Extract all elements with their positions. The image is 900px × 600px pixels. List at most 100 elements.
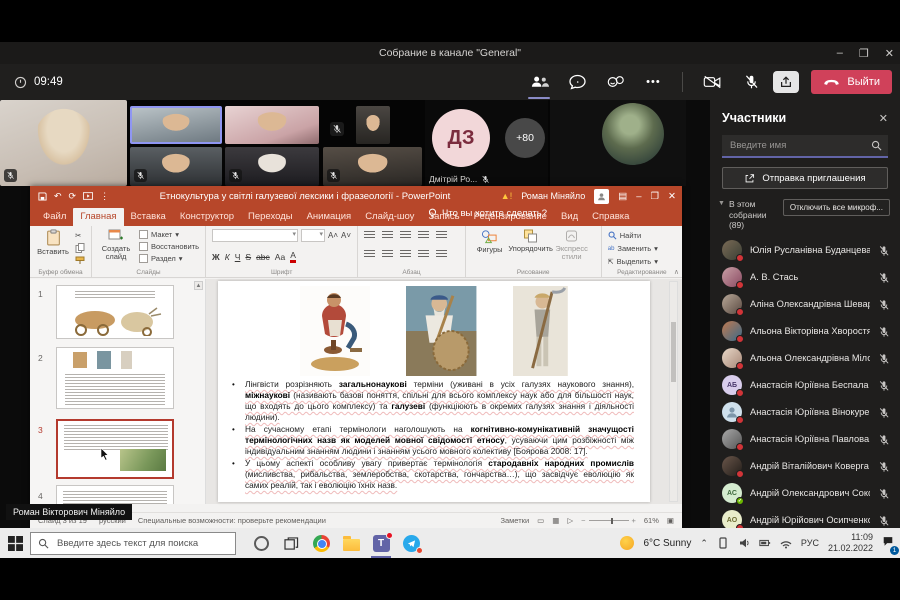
thumb-scroll-up-icon[interactable]: ▲ [194, 281, 203, 290]
share-screen-button[interactable] [773, 71, 799, 93]
slide-thumbnail-1[interactable] [56, 285, 174, 339]
camera-toggle-button[interactable] [697, 69, 727, 95]
participant-row[interactable]: АБАнастасія Юріївна Беспала [710, 372, 900, 399]
underline-button[interactable]: Ч [235, 252, 241, 262]
account-avatar[interactable] [594, 189, 609, 204]
tell-me-box[interactable]: Что вы хотите сделать? [428, 208, 547, 223]
presenter-tile[interactable] [550, 100, 686, 186]
view-normal-icon[interactable]: ▭ [537, 516, 544, 525]
participant-row[interactable]: Анастасія Юріївна Вінокуренко [710, 399, 900, 426]
participant-search[interactable] [722, 135, 888, 158]
ppt-tab-Вставка[interactable]: Вставка [124, 208, 173, 226]
slide-thumbnail-2[interactable] [56, 347, 174, 409]
invite-button[interactable]: Отправка приглашения [722, 167, 888, 189]
notes-button[interactable]: Заметки [500, 516, 529, 525]
account-name[interactable]: Роман Міняйло [521, 191, 585, 201]
font-size-select[interactable] [301, 229, 325, 242]
slide-scrollbar[interactable] [669, 281, 678, 502]
view-sorter-icon[interactable]: ▦ [552, 516, 559, 525]
video-tile[interactable] [323, 147, 422, 186]
battery-icon[interactable] [759, 537, 771, 549]
file-explorer-button[interactable] [336, 528, 366, 558]
indent-decrease-button[interactable] [400, 231, 411, 239]
video-tile[interactable] [225, 106, 319, 144]
mic-off-icon[interactable] [878, 460, 890, 472]
ppt-tab-Слайд-шоу[interactable]: Слайд-шоу [358, 208, 421, 226]
participant-row[interactable]: Альона Олександрівна Мілова [710, 345, 900, 372]
zoom-slider[interactable]: −+ [581, 516, 636, 525]
font-family-select[interactable] [212, 229, 298, 242]
arrange-button[interactable]: Упорядочить [513, 229, 549, 253]
video-tile[interactable] [130, 147, 222, 186]
slide-thumbnail-4[interactable] [56, 485, 174, 504]
redo-icon[interactable]: ⟳ [69, 191, 77, 202]
select-button[interactable]: ⇱Выделить ▾ [608, 257, 658, 266]
bold-button[interactable]: Ж [212, 252, 220, 262]
format-painter-icon[interactable] [75, 256, 85, 265]
view-slideshow-icon[interactable]: ▷ [567, 516, 573, 525]
taskbar-search[interactable] [30, 532, 236, 555]
grow-font-icon[interactable]: А˄ [328, 231, 338, 240]
chat-button[interactable] [562, 69, 592, 95]
panel-close-icon[interactable]: ✕ [879, 112, 888, 125]
start-button[interactable] [0, 528, 30, 558]
accessibility-status[interactable]: Специальные возможности: проверьте реком… [138, 516, 326, 525]
bullets-button[interactable] [364, 231, 375, 239]
ppt-tab-Конструктор[interactable]: Конструктор [173, 208, 241, 226]
zoom-level[interactable]: 61% [644, 516, 659, 525]
participant-row[interactable]: АС✓Андрій Олександрович Сокол [710, 480, 900, 507]
chevron-down-icon[interactable]: ▼ [718, 200, 725, 231]
participants-button[interactable] [524, 69, 554, 95]
network-icon[interactable] [780, 537, 792, 549]
participant-row[interactable]: Альона Вікторівна Хворостян [710, 318, 900, 345]
line-spacing-button[interactable] [436, 231, 447, 239]
layout-button[interactable]: Макет ▾ [139, 230, 199, 239]
close-icon[interactable]: ✕ [885, 47, 894, 60]
mic-off-icon[interactable] [878, 406, 890, 418]
section-button[interactable]: Раздел ▾ [139, 254, 199, 263]
mic-off-icon[interactable] [878, 271, 890, 283]
mic-off-icon[interactable] [878, 298, 890, 310]
minimize-icon[interactable]: – [837, 47, 843, 59]
video-tile[interactable] [0, 100, 127, 186]
teams-button[interactable]: T [366, 528, 396, 558]
align-right-button[interactable] [400, 250, 411, 258]
weather-icon[interactable] [620, 536, 634, 550]
copy-icon[interactable] [75, 243, 85, 253]
taskbar-clock[interactable]: 11:0921.02.2022 [828, 532, 873, 555]
mic-off-icon[interactable] [878, 379, 890, 391]
save-icon[interactable] [38, 192, 47, 201]
ribbon-display-icon[interactable]: ▤ [618, 191, 627, 202]
slide-canvas[interactable]: •Лінгвісти розрізняють загальнонаукові т… [218, 281, 650, 502]
cortana-button[interactable] [246, 528, 276, 558]
reset-button[interactable]: Восстановить [139, 242, 199, 251]
font-color-button[interactable]: А [290, 251, 296, 263]
columns-button[interactable] [436, 250, 447, 258]
mute-all-button[interactable]: Отключить все микроф... [783, 199, 890, 216]
audio-tile[interactable]: ДЗ Дмітрій Ро... +80 [425, 100, 548, 186]
task-view-button[interactable] [276, 528, 306, 558]
video-tile-speaking[interactable] [130, 106, 222, 144]
clear-format-button[interactable]: abc [256, 252, 270, 262]
numbering-button[interactable] [382, 231, 393, 239]
strikethrough-button[interactable]: S [245, 252, 251, 262]
case-button[interactable]: Aa [275, 252, 285, 262]
collapse-ribbon-icon[interactable]: ∧ [674, 268, 679, 276]
speaker-icon[interactable] [738, 537, 750, 549]
restore-icon[interactable]: ❐ [859, 47, 869, 60]
more-options-button[interactable]: ••• [638, 69, 668, 95]
participant-row[interactable]: Анастасія Юріївна Павлова [710, 426, 900, 453]
telegram-button[interactable] [396, 528, 426, 558]
paste-button[interactable]: Вставить [36, 229, 70, 256]
align-left-button[interactable] [364, 250, 375, 258]
reactions-button[interactable] [600, 69, 630, 95]
ppt-close-icon[interactable]: ✕ [668, 191, 676, 202]
align-center-button[interactable] [382, 250, 393, 258]
tray-expand-icon[interactable]: ⌃ [700, 538, 708, 549]
justify-button[interactable] [418, 250, 429, 258]
language-switcher[interactable]: РУС [801, 538, 819, 548]
new-slide-button[interactable]: Создать слайд [98, 229, 134, 262]
slideshow-icon[interactable] [83, 192, 93, 200]
mic-off-icon[interactable] [878, 433, 890, 445]
overflow-count-tile[interactable]: +80 [505, 118, 545, 158]
